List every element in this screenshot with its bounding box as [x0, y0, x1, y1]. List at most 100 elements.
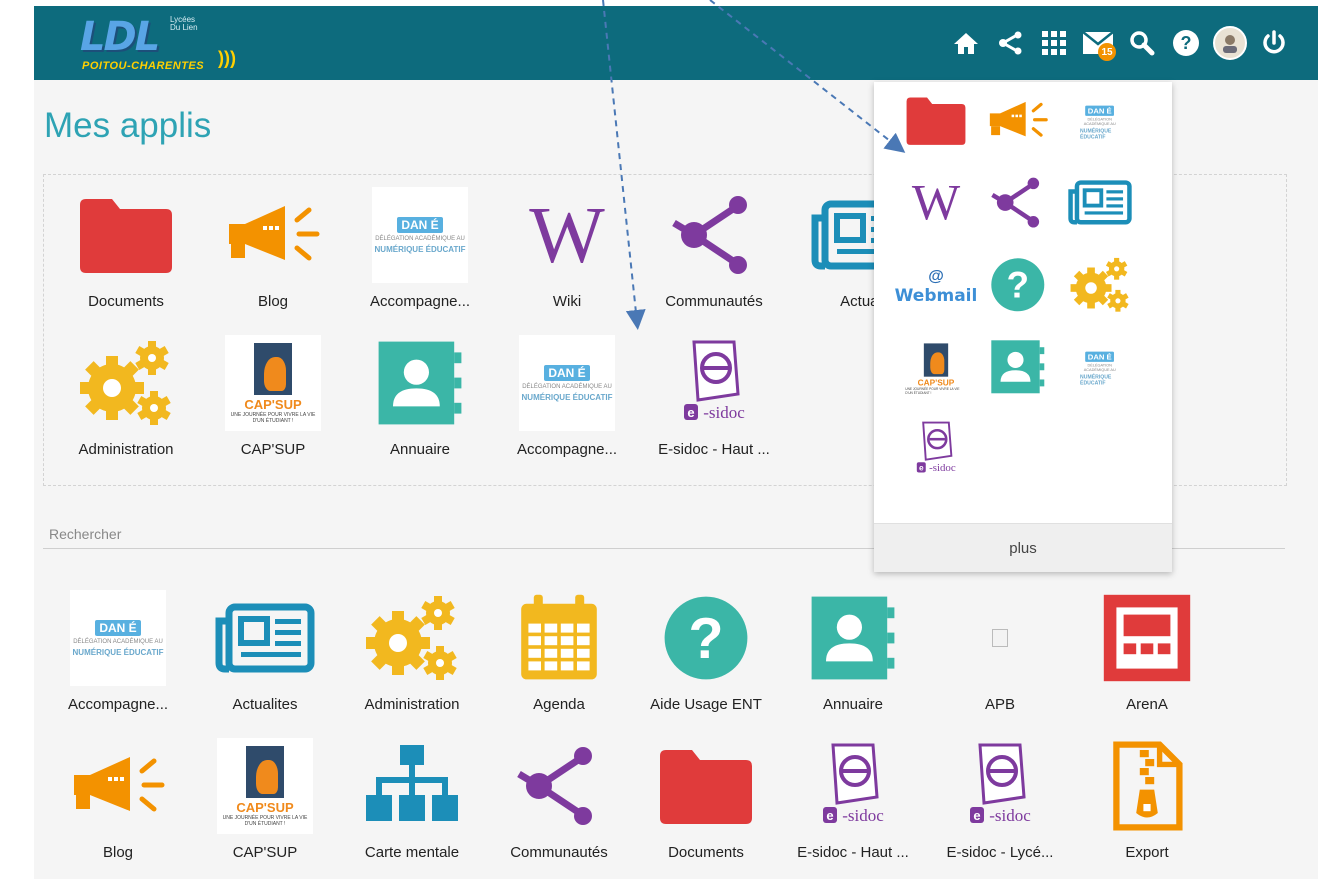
- catalog-app-9[interactable]: CAP'SUP UNE JOURNÉE POUR VIVRE LA VIE D'U…: [195, 736, 335, 861]
- esidoc-icon: e -sidoc: [950, 736, 1050, 836]
- catalog-app-7[interactable]: ArenA: [1077, 588, 1217, 713]
- ldl-logo[interactable]: LDL Lycées Du Lien POITOU-CHARENTES ))): [78, 12, 248, 78]
- app-label: Documents: [668, 844, 744, 861]
- home-icon[interactable]: [944, 21, 988, 65]
- dropdown-app-4[interactable]: [978, 170, 1058, 240]
- zip-file-icon: [1097, 736, 1197, 836]
- catalog-app-11[interactable]: Communautés: [489, 736, 629, 861]
- catalog-app-2[interactable]: Administration: [342, 588, 482, 713]
- catalog-app-12[interactable]: Documents: [636, 736, 776, 861]
- share-network-icon[interactable]: [988, 21, 1032, 65]
- app-label: Export: [1125, 844, 1169, 861]
- mail-icon[interactable]: 15: [1076, 21, 1120, 65]
- dropdown-app-11[interactable]: DAN É DÉLÉGATION ACADÉMIQUE AU NUMÉRIQUE É…: [1060, 334, 1140, 404]
- catalog-app-6[interactable]: APB: [930, 588, 1070, 713]
- broken-image-icon: [950, 588, 1050, 688]
- dropdown-app-0[interactable]: [896, 88, 976, 158]
- dropdown-app-12[interactable]: e -sidoc: [896, 416, 976, 486]
- dropdown-app-2[interactable]: DAN É DÉLÉGATION ACADÉMIQUE AU NUMÉRIQUE É…: [1060, 88, 1140, 158]
- dan-logo-icon: DAN É DÉLÉGATION ACADÉMIQUE AU NUMÉRIQUE É…: [517, 333, 617, 433]
- favorite-app-7[interactable]: Administration: [56, 333, 196, 458]
- svg-text:e: e: [687, 405, 694, 420]
- app-label: E-sidoc - Haut ...: [658, 441, 770, 458]
- svg-text:?: ?: [1007, 264, 1030, 305]
- webmail-icon: @ Webmail: [895, 268, 978, 306]
- user-avatar[interactable]: [1208, 21, 1252, 65]
- catalog-app-8[interactable]: Blog: [48, 736, 188, 861]
- favorite-app-9[interactable]: Annuaire: [350, 333, 490, 458]
- dropdown-app-10[interactable]: [978, 334, 1058, 404]
- svg-text:W: W: [529, 200, 605, 270]
- webmail-logo: @ Webmail: [894, 268, 978, 306]
- folder-icon: [656, 736, 756, 836]
- app-label: Administration: [78, 441, 174, 458]
- dropdown-app-3[interactable]: W: [896, 170, 976, 240]
- esidoc-icon: e -sidoc: [904, 420, 968, 483]
- favorite-app-11[interactable]: e -sidoc E-sidoc - Haut ...: [644, 333, 784, 458]
- newspaper-icon: [215, 588, 315, 688]
- calendar-icon: [509, 588, 609, 688]
- app-label: Documents: [88, 293, 164, 310]
- app-label: Accompagne...: [516, 441, 618, 458]
- catalog-app-3[interactable]: Agenda: [489, 588, 629, 713]
- contact-card-icon: [803, 588, 903, 688]
- capsup-logo-icon: CAP'SUP UNE JOURNÉE POUR VIVRE LA VIE D'U…: [223, 333, 323, 433]
- power-icon[interactable]: [1252, 21, 1296, 65]
- help-icon[interactable]: ?: [1164, 21, 1208, 65]
- favorite-app-1[interactable]: Blog: [203, 185, 343, 310]
- avatar-image: [1213, 26, 1247, 60]
- favorite-app-3[interactable]: W Wiki: [497, 185, 637, 310]
- wiki-icon: W: [517, 185, 617, 285]
- apps-dropdown-menu: DAN É DÉLÉGATION ACADÉMIQUE AU NUMÉRIQUE É…: [874, 82, 1172, 572]
- mail-count-badge: 15: [1098, 43, 1116, 61]
- app-label: CAP'SUP: [232, 844, 298, 861]
- dropdown-app-7[interactable]: ?: [978, 252, 1058, 322]
- svg-text:e: e: [973, 808, 980, 823]
- capsup-logo: CAP'SUP UNE JOURNÉE POUR VIVRE LA VIE D'U…: [217, 738, 313, 834]
- gears-icon: [1068, 256, 1132, 319]
- app-label: E-sidoc - Haut ...: [797, 844, 909, 861]
- favorite-app-2[interactable]: DAN É DÉLÉGATION ACADÉMIQUE AU NUMÉRIQUE É…: [350, 185, 490, 310]
- dan-logo: DAN É DÉLÉGATION ACADÉMIQUE AU NUMÉRIQUE É…: [372, 187, 468, 283]
- catalog-app-15[interactable]: Export: [1077, 736, 1217, 861]
- catalog-app-5[interactable]: Annuaire: [783, 588, 923, 713]
- app-label: Communautés: [665, 293, 763, 310]
- app-label: Annuaire: [822, 696, 884, 713]
- app-label: APB: [984, 696, 1015, 713]
- app-label: CAP'SUP: [240, 441, 306, 458]
- dropdown-app-6[interactable]: @ Webmail: [895, 252, 978, 322]
- favorite-app-0[interactable]: Documents: [56, 185, 196, 310]
- dropdown-app-5[interactable]: [1060, 170, 1140, 240]
- dropdown-app-9[interactable]: CAP'SUP UNE JOURNÉE POUR VIVRE LA VIE D'U…: [896, 334, 976, 404]
- dan-logo-icon: DAN É DÉLÉGATION ACADÉMIQUE AU NUMÉRIQUE É…: [1069, 92, 1130, 153]
- dan-logo: DAN É DÉLÉGATION ACADÉMIQUE AU NUMÉRIQUE É…: [1080, 349, 1120, 389]
- folder-icon: [76, 185, 176, 285]
- catalog-app-4[interactable]: ? Aide Usage ENT: [636, 588, 776, 713]
- header-toolbar: 15 ?: [944, 20, 1296, 66]
- catalog-app-13[interactable]: e -sidoc E-sidoc - Haut ...: [783, 736, 923, 861]
- more-apps-link[interactable]: plus: [874, 523, 1172, 572]
- favorite-app-8[interactable]: CAP'SUP UNE JOURNÉE POUR VIVRE LA VIE D'U…: [203, 333, 343, 458]
- catalog-app-10[interactable]: Carte mentale: [342, 736, 482, 861]
- svg-text:-sidoc: -sidoc: [929, 462, 956, 474]
- contact-card-icon: [989, 338, 1047, 401]
- favorite-app-4[interactable]: Communautés: [644, 185, 784, 310]
- help-icon: ?: [989, 256, 1047, 319]
- catalog-app-1[interactable]: Actualites: [195, 588, 335, 713]
- app-label: Actualites: [232, 696, 298, 713]
- app-label: Accompagne...: [369, 293, 471, 310]
- dropdown-app-1[interactable]: [978, 88, 1058, 158]
- capsup-logo-icon: CAP'SUP UNE JOURNÉE POUR VIVRE LA VIE D'U…: [888, 321, 984, 417]
- dropdown-app-8[interactable]: [1060, 252, 1140, 322]
- broken-image: [992, 629, 1008, 647]
- app-label: Blog: [102, 844, 134, 861]
- app-label: Aide Usage ENT: [650, 696, 762, 713]
- search-icon[interactable]: [1120, 21, 1164, 65]
- app-label: Annuaire: [389, 441, 451, 458]
- catalog-app-0[interactable]: DAN É DÉLÉGATION ACADÉMIQUE AU NUMÉRIQUE É…: [48, 588, 188, 713]
- catalog-app-14[interactable]: e -sidoc E-sidoc - Lycé...: [930, 736, 1070, 861]
- app-label: Accompagne...: [67, 696, 169, 713]
- apps-grid-icon[interactable]: [1032, 21, 1076, 65]
- app-label: Agenda: [533, 696, 585, 713]
- favorite-app-10[interactable]: DAN É DÉLÉGATION ACADÉMIQUE AU NUMÉRIQUE É…: [497, 333, 637, 458]
